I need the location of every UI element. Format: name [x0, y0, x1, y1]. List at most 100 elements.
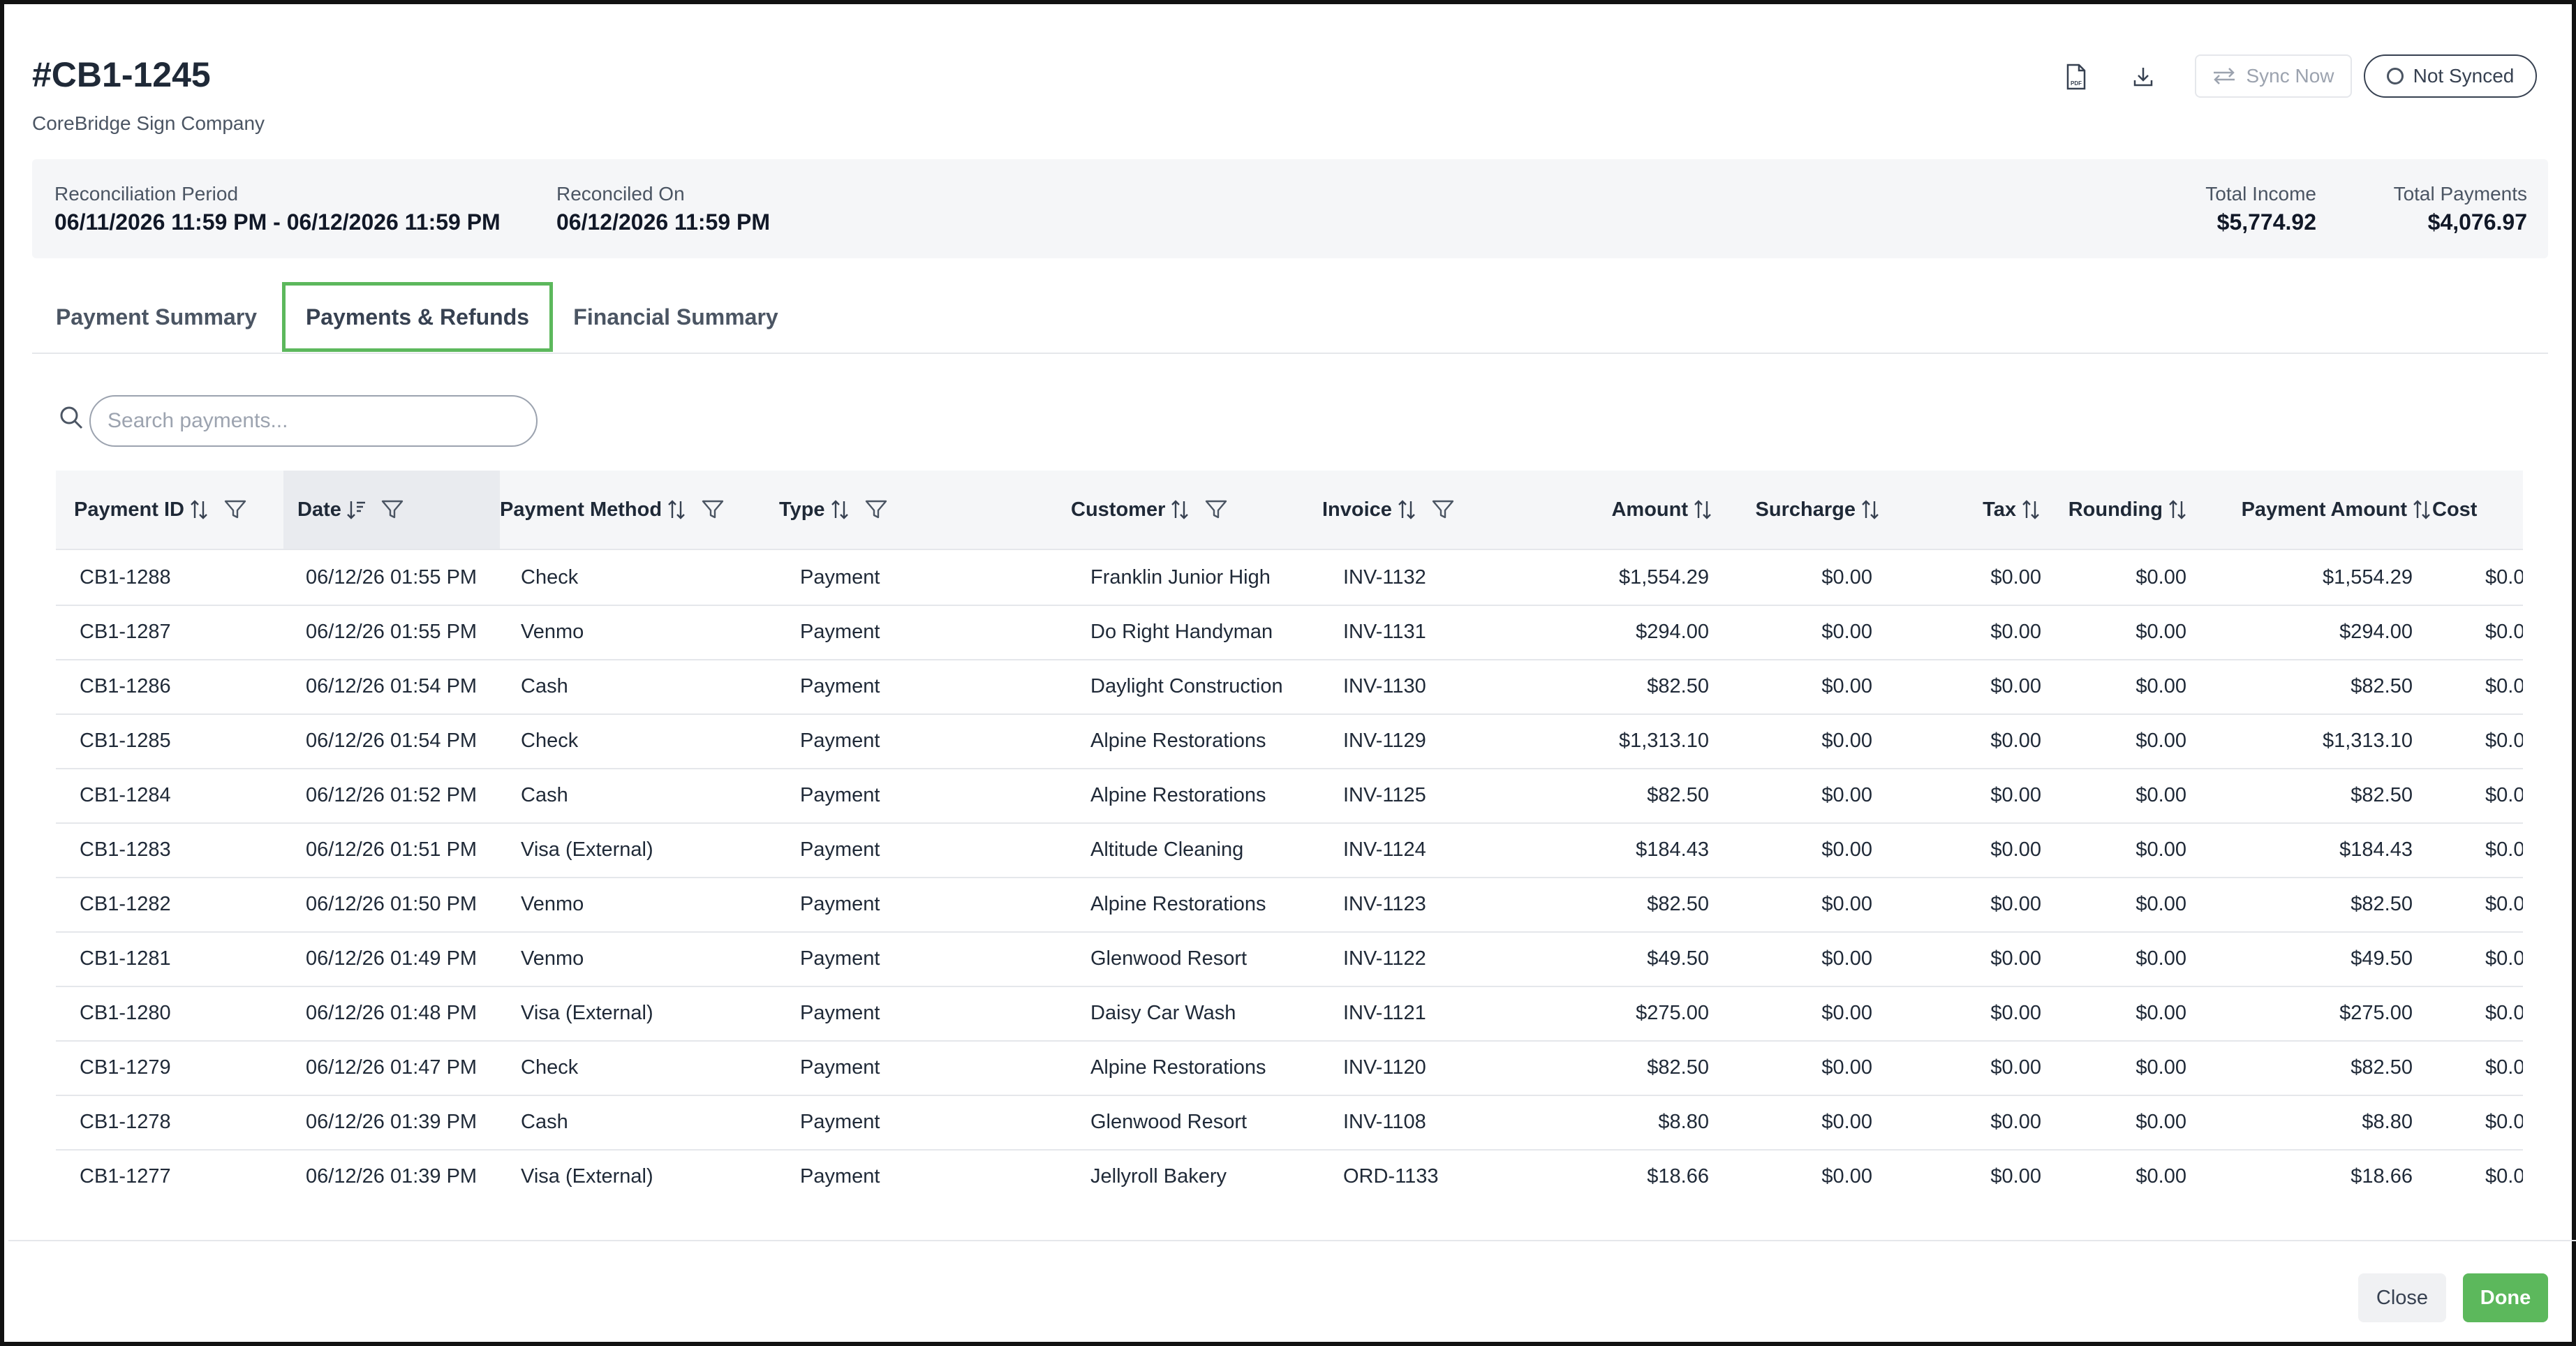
sync-status-label: Not Synced [2413, 65, 2515, 87]
table-row[interactable]: CB1-1278 06/12/26 01:39 PM Cash Payment Glen… [56, 1095, 2523, 1151]
cell-amount: $1,554.29 [1618, 565, 1709, 589]
status-circle-icon [2386, 68, 2404, 84]
table-row[interactable]: CB1-1288 06/12/26 01:55 PM Check Payment Fra… [56, 550, 2523, 606]
sort-icon[interactable] [2020, 498, 2041, 521]
cell-date: 06/12/26 01:55 PM [306, 620, 478, 643]
cell-rounding: $0.00 [2135, 838, 2186, 861]
cell-payment-method: Check [521, 565, 579, 589]
tab-payment-summary[interactable]: Payment Summary [32, 282, 281, 352]
cell-payment-id: CB1-1278 [80, 1110, 171, 1133]
filter-icon[interactable] [1431, 498, 1455, 521]
cell-cost: $0.00 [2485, 1110, 2523, 1133]
column-header-rounding[interactable]: Rounding [2041, 471, 2188, 549]
cell-cost: $0.00 [2485, 565, 2523, 589]
cell-amount: $82.50 [1647, 783, 1709, 806]
sort-icon[interactable] [2167, 498, 2188, 521]
cell-surcharge: $0.00 [1821, 1164, 1872, 1188]
column-header-cost[interactable]: Cost [2432, 471, 2523, 549]
cell-surcharge: $0.00 [1821, 1056, 1872, 1079]
column-header-invoice[interactable]: Invoice [1322, 471, 1532, 549]
close-button[interactable]: Close [2358, 1273, 2446, 1322]
tab-payments-refunds[interactable]: Payments & Refunds [282, 282, 553, 352]
cell-cost: $0.00 [2485, 674, 2523, 697]
cell-customer: Glenwood Resort [1090, 947, 1248, 970]
table-row[interactable]: CB1-1279 06/12/26 01:47 PM Check Payment Alp… [56, 1040, 2523, 1096]
column-header-amount[interactable]: Amount [1532, 471, 1713, 549]
filter-icon[interactable] [223, 498, 247, 521]
sort-icon[interactable] [1860, 498, 1881, 521]
cell-payment-method: Visa (External) [521, 1164, 653, 1188]
pdf-icon[interactable]: PDF [2059, 60, 2093, 94]
reconciliation-modal: #CB1-1245 CoreBridge Sign Company PDF Sy… [0, 0, 2576, 1346]
cell-date: 06/12/26 01:49 PM [306, 947, 478, 970]
cell-surcharge: $0.00 [1821, 947, 1872, 970]
cell-tax: $0.00 [1990, 947, 2041, 970]
sort-icon[interactable] [1396, 498, 1417, 521]
filter-icon[interactable] [380, 498, 404, 521]
table-row[interactable]: CB1-1284 06/12/26 01:52 PM Cash Payment Alpi… [56, 768, 2523, 824]
table-row[interactable]: CB1-1283 06/12/26 01:51 PM Visa (External)… [56, 822, 2523, 878]
filter-icon[interactable] [701, 498, 725, 521]
cell-rounding: $0.00 [2135, 620, 2186, 643]
tab-financial-summary[interactable]: Financial Summary [553, 282, 799, 352]
search-input[interactable] [89, 395, 538, 447]
cell-payment-id: CB1-1288 [80, 565, 171, 589]
cell-type: Payment [800, 947, 880, 970]
sort-icon[interactable] [666, 498, 687, 521]
cell-payment-amount: $184.43 [2339, 838, 2413, 861]
cell-invoice: INV-1120 [1343, 1056, 1426, 1079]
table-row[interactable]: CB1-1285 06/12/26 01:54 PM Check Payment Alp… [56, 713, 2523, 769]
cell-payment-method: Cash [521, 674, 568, 697]
filter-icon[interactable] [1204, 498, 1228, 521]
column-header-payment-id[interactable]: Payment ID [74, 471, 283, 549]
cell-date: 06/12/26 01:39 PM [306, 1110, 478, 1133]
table-row[interactable]: CB1-1277 06/12/26 01:39 PM Visa (External)… [56, 1149, 2523, 1204]
cell-rounding: $0.00 [2135, 783, 2186, 806]
cell-customer: Altitude Cleaning [1090, 838, 1244, 861]
cell-cost: $0.00 [2485, 947, 2523, 970]
download-icon[interactable] [2126, 60, 2160, 94]
cell-amount: $1,313.10 [1618, 729, 1709, 752]
sort-icon[interactable] [829, 498, 850, 521]
column-header-date[interactable]: Date [283, 471, 500, 549]
cell-customer: Alpine Restorations [1090, 729, 1266, 752]
cell-type: Payment [800, 838, 880, 861]
cell-tax: $0.00 [1990, 1001, 2041, 1024]
cell-customer: Daylight Construction [1090, 674, 1283, 697]
cell-type: Payment [800, 565, 880, 589]
sync-arrows-icon [2214, 68, 2235, 84]
column-header-surcharge[interactable]: Surcharge [1713, 471, 1881, 549]
filter-icon[interactable] [864, 498, 888, 521]
table-row[interactable]: CB1-1281 06/12/26 01:49 PM Venmo Payment Gle… [56, 931, 2523, 987]
cell-cost: $0.00 [2485, 1001, 2523, 1024]
column-header-type[interactable]: Type [779, 471, 1071, 549]
sync-status-button[interactable]: Not Synced [2364, 54, 2537, 98]
cell-payment-method: Visa (External) [521, 1001, 653, 1024]
total-income-label: Total Income [2205, 183, 2316, 205]
cell-invoice: INV-1130 [1343, 674, 1426, 697]
cell-surcharge: $0.00 [1821, 1001, 1872, 1024]
cell-tax: $0.00 [1990, 620, 2041, 643]
table-row[interactable]: CB1-1286 06/12/26 01:54 PM Cash Payment Dayl… [56, 659, 2523, 715]
sort-icon[interactable] [1692, 498, 1713, 521]
column-header-payment-amount[interactable]: Payment Amount [2188, 471, 2432, 549]
cell-invoice: INV-1124 [1343, 838, 1426, 861]
cell-date: 06/12/26 01:54 PM [306, 674, 478, 697]
sync-now-button[interactable]: Sync Now [2195, 54, 2352, 98]
sort-icon[interactable] [2411, 498, 2432, 521]
done-button[interactable]: Done [2463, 1273, 2548, 1322]
column-header-payment-method[interactable]: Payment Method [500, 471, 779, 549]
cell-date: 06/12/26 01:54 PM [306, 729, 478, 752]
table-row[interactable]: CB1-1282 06/12/26 01:50 PM Venmo Payment Alp… [56, 877, 2523, 933]
column-header-tax[interactable]: Tax [1881, 471, 2041, 549]
cell-date: 06/12/26 01:52 PM [306, 783, 478, 806]
column-header-customer[interactable]: Customer [1071, 471, 1322, 549]
sort-descending-icon[interactable] [346, 498, 367, 521]
table-row[interactable]: CB1-1280 06/12/26 01:48 PM Visa (External)… [56, 986, 2523, 1042]
cell-rounding: $0.00 [2135, 1056, 2186, 1079]
cell-customer: Alpine Restorations [1090, 783, 1266, 806]
sort-icon[interactable] [1169, 498, 1190, 521]
table-row[interactable]: CB1-1287 06/12/26 01:55 PM Venmo Payment Do … [56, 605, 2523, 660]
cell-type: Payment [800, 674, 880, 697]
sort-icon[interactable] [188, 498, 209, 521]
